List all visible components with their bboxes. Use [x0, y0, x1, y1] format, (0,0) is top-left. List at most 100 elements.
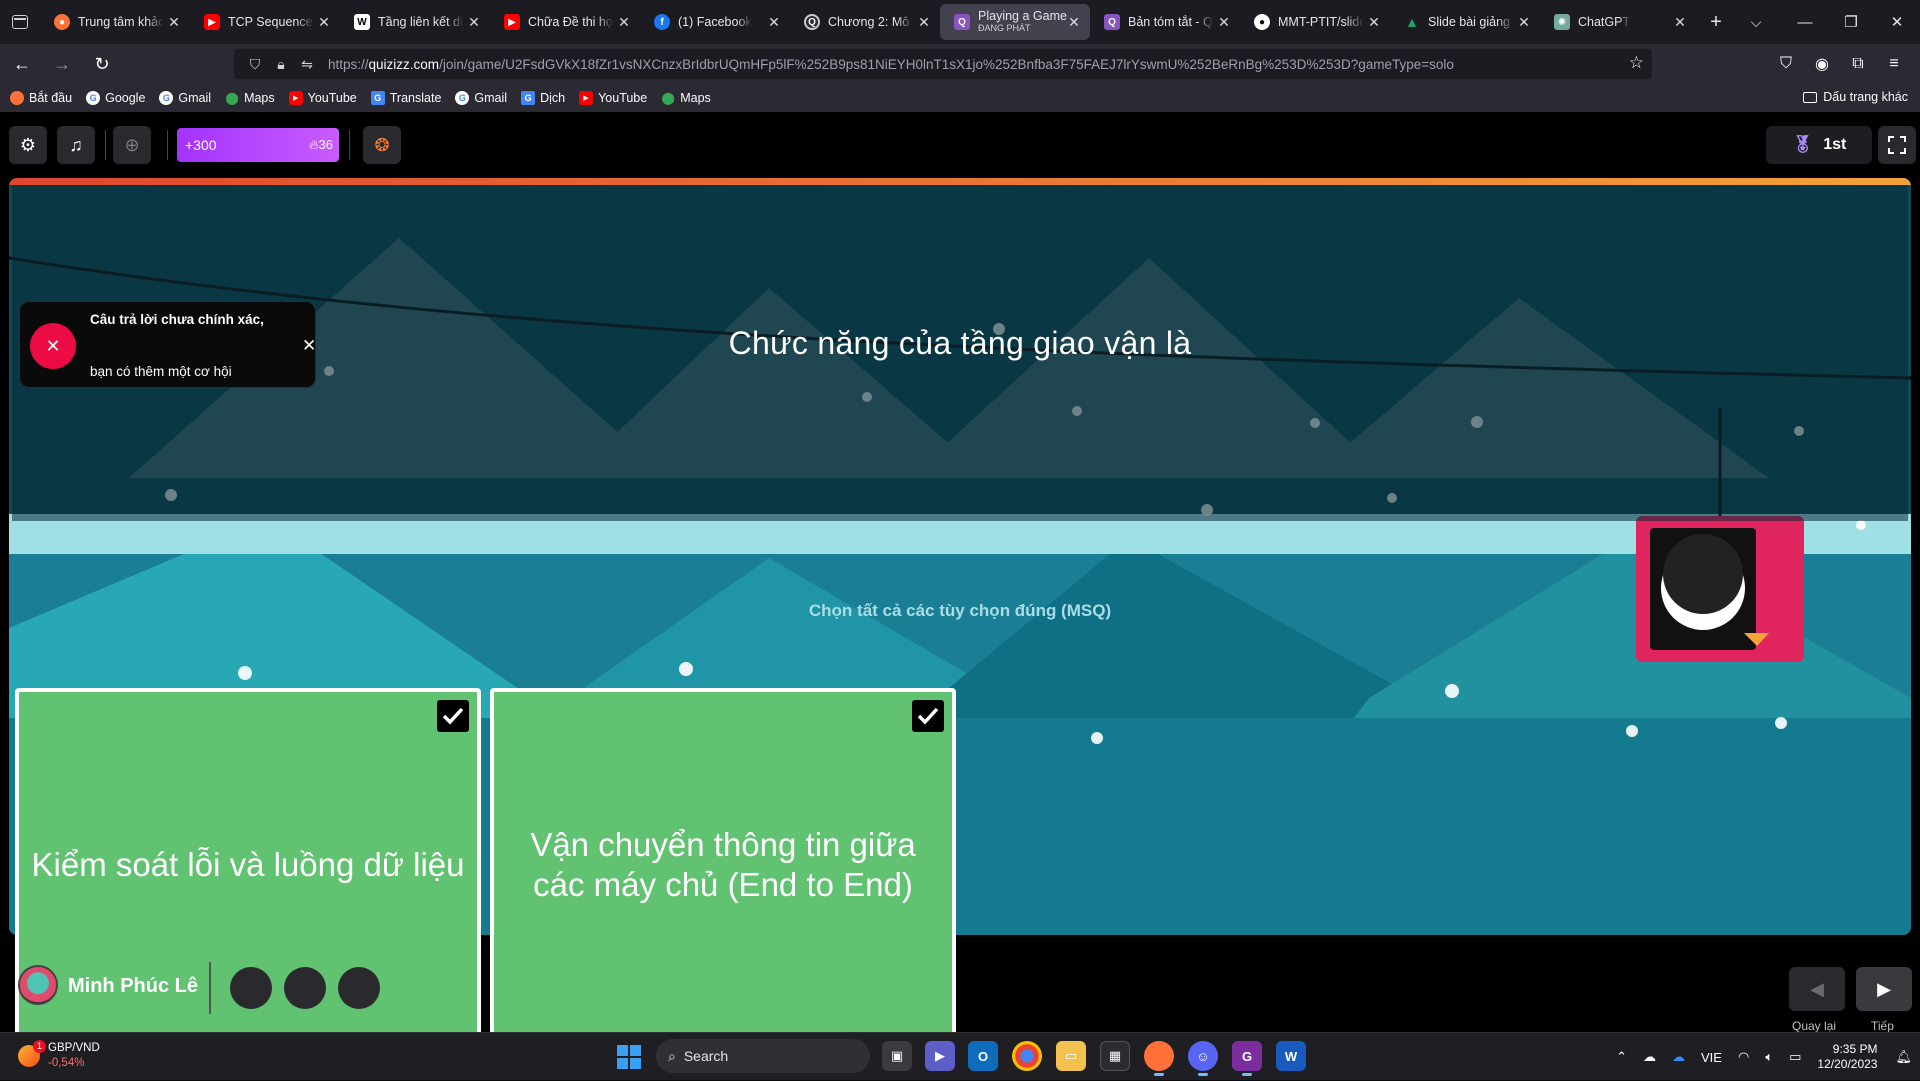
powerup-slot[interactable] [230, 967, 272, 1009]
bookmark-item[interactable]: G Gmail [159, 91, 211, 105]
bookmark-item[interactable]: G Dịch [521, 91, 565, 105]
reload-icon[interactable]: ↻ [84, 48, 120, 80]
chevron-up-icon[interactable]: ⌃ [1616, 1049, 1627, 1065]
language-indicator[interactable]: VIE [1701, 1050, 1722, 1065]
toast-close-icon[interactable]: ✕ [302, 336, 316, 356]
discord-icon[interactable]: ☺ [1188, 1041, 1218, 1076]
battery-icon[interactable]: ▭ [1789, 1049, 1801, 1065]
tab-overflow-chevron-down-icon[interactable]: ⌵ [1736, 4, 1776, 40]
translate-icon: G [521, 91, 536, 105]
teams-icon[interactable]: ▶ [925, 1041, 955, 1071]
word-icon[interactable]: W [1276, 1041, 1306, 1071]
new-tab-plus-icon[interactable]: + [1696, 4, 1736, 40]
restore-icon[interactable]: ❐ [1828, 0, 1874, 44]
taskbar-search[interactable]: ⌕ Search [656, 1039, 870, 1073]
outlook-icon[interactable]: O [968, 1041, 998, 1071]
bookmark-item[interactable]: G Google [86, 91, 145, 105]
onedrive-cloud-icon[interactable]: ☁ [1672, 1049, 1685, 1065]
windows-start-icon[interactable] [617, 1045, 641, 1069]
close-window-icon[interactable]: ✕ [1874, 0, 1920, 44]
close-icon[interactable]: ✕ [1516, 14, 1532, 30]
volume-icon[interactable]: 🔈︎ [1765, 1049, 1773, 1065]
tab-title: Playing a Game [978, 9, 1067, 23]
bookmark-item[interactable]: G Translate [370, 91, 441, 105]
checkbox-checked-icon[interactable] [437, 700, 469, 732]
score-gain: +300 [185, 137, 217, 153]
drive-icon: ▲ [1405, 14, 1419, 30]
file-explorer-icon[interactable]: ▭ [1056, 1041, 1086, 1071]
quizizz-app-icon[interactable]: G [1232, 1041, 1262, 1076]
clock[interactable]: 9:35 PM 12/20/2023 [1817, 1042, 1877, 1072]
next-button[interactable]: ▶ [1856, 967, 1912, 1011]
bookmark-item[interactable]: G Gmail [455, 91, 507, 105]
close-icon[interactable]: ✕ [916, 14, 932, 30]
tracking-shield-icon[interactable]: ⛉ [244, 53, 266, 75]
bookmark-item[interactable]: ⬤ Maps [661, 91, 711, 105]
close-icon[interactable]: ✕ [766, 14, 782, 30]
close-icon[interactable]: ✕ [466, 14, 482, 30]
browser-tab[interactable]: Q Chương 2: Mô hì ✕ [790, 4, 940, 40]
close-icon[interactable]: ✕ [1672, 14, 1688, 30]
maps-pin-icon: ⬤ [661, 91, 675, 105]
other-bookmarks[interactable]: Dấu trang khác [1803, 90, 1908, 104]
browser-tab[interactable]: ✺ ChatGPT ✕ [1540, 4, 1696, 40]
close-icon[interactable]: ✕ [1366, 14, 1382, 30]
address-bar[interactable]: ⛉ 🔒︎ ⇋ https://quizizz.com/join/game/U2F… [234, 49, 1652, 79]
checkbox-checked-icon[interactable] [912, 700, 944, 732]
lock-icon[interactable]: 🔒︎ [270, 53, 292, 75]
notification-bell-icon[interactable]: 🔔︎ [1895, 1049, 1912, 1065]
quiz-bottom-bar: Minh Phúc Lê ◀ Quay lại ▶ Tiếp [0, 935, 1920, 1033]
minimize-icon[interactable]: — [1782, 0, 1828, 44]
powerup-fire-icon[interactable]: ❂ [363, 126, 401, 164]
browser-tab[interactable]: ● Trung tâm khảo thí tr✕ [40, 4, 190, 40]
tab-title: Trung tâm khảo thí tr [78, 15, 164, 29]
powerup-slot[interactable] [338, 967, 380, 1009]
tab-title: Tầng liên kết dữ li [378, 15, 464, 29]
bookmark-item[interactable]: ⬤ Maps [225, 91, 274, 105]
extensions-icon[interactable]: ⧉ [1840, 48, 1876, 80]
forward-arrow-icon[interactable]: → [44, 48, 80, 80]
tab-title: TCP Sequence an [228, 15, 314, 29]
browser-nav-bar: ← → ↻ ⛉ 🔒︎ ⇋ https://quizizz.com/join/ga… [0, 44, 1920, 84]
browser-tab[interactable]: f (1) Facebook ✕ [640, 4, 790, 40]
browser-tab[interactable]: ▲ Slide bài giảng - ✕ [1390, 4, 1540, 40]
music-note-icon[interactable]: ♫ [57, 126, 95, 164]
account-icon[interactable]: ◉ [1804, 48, 1840, 80]
chrome-icon[interactable] [1012, 1041, 1042, 1071]
browser-tab[interactable]: ▶ TCP Sequence an✕ [190, 4, 340, 40]
close-icon[interactable]: ✕ [166, 14, 182, 30]
store-icon[interactable]: ▦ [1100, 1041, 1130, 1071]
permissions-icon[interactable]: ⇋ [296, 53, 318, 75]
close-icon[interactable]: ✕ [1216, 14, 1232, 30]
search-icon: ⌕ [668, 1047, 676, 1064]
powerup-slot[interactable] [284, 967, 326, 1009]
settings-gear-icon[interactable]: ⚙ [9, 126, 47, 164]
bookmark-item[interactable]: ▶ YouTube [579, 91, 647, 105]
zoom-icon[interactable]: ⊕ [113, 126, 151, 164]
bookmark-item[interactable]: ▶ YouTube [288, 91, 357, 105]
wifi-icon[interactable]: ◠ [1738, 1049, 1749, 1065]
browser-tab-active[interactable]: Q Playing a Game ĐANG PHÁT ✕ [940, 4, 1090, 40]
back-arrow-icon[interactable]: ← [4, 48, 40, 80]
menu-hamburger-icon[interactable]: ≡ [1876, 48, 1912, 80]
browser-tab[interactable]: W Tầng liên kết dữ li✕ [340, 4, 490, 40]
browser-tab[interactable]: ● MMT-PTIT/slide ✕ [1240, 4, 1390, 40]
youtube-icon: ▶ [204, 14, 220, 30]
onedrive-cloud-icon[interactable]: ☁ [1643, 1049, 1656, 1065]
close-icon[interactable]: ✕ [1066, 14, 1082, 30]
firefox-icon: ● [54, 14, 70, 30]
bookmark-item[interactable]: Bắt đầu [10, 91, 72, 105]
fullscreen-icon[interactable] [1878, 126, 1916, 164]
previous-button[interactable]: ◀ [1789, 967, 1845, 1011]
tab-list-icon[interactable] [0, 0, 40, 44]
task-view-icon[interactable]: ▣ [882, 1041, 912, 1071]
browser-tab[interactable]: Q Bản tóm tắt - Qu ✕ [1090, 4, 1240, 40]
pocket-icon[interactable]: ⛉ [1768, 48, 1804, 80]
currency-widget[interactable]: 1 GBP/VND -0,54% [18, 1040, 100, 1071]
close-icon[interactable]: ✕ [616, 14, 632, 30]
bookmark-star-icon[interactable]: ☆ [1629, 53, 1644, 73]
browser-tab[interactable]: ▶ Chữa Đề thi học kì✕ [490, 4, 640, 40]
close-icon[interactable]: ✕ [316, 14, 332, 30]
firefox-icon[interactable] [1144, 1041, 1174, 1076]
rank-badge[interactable]: 🏅︎ 1st [1766, 126, 1872, 164]
